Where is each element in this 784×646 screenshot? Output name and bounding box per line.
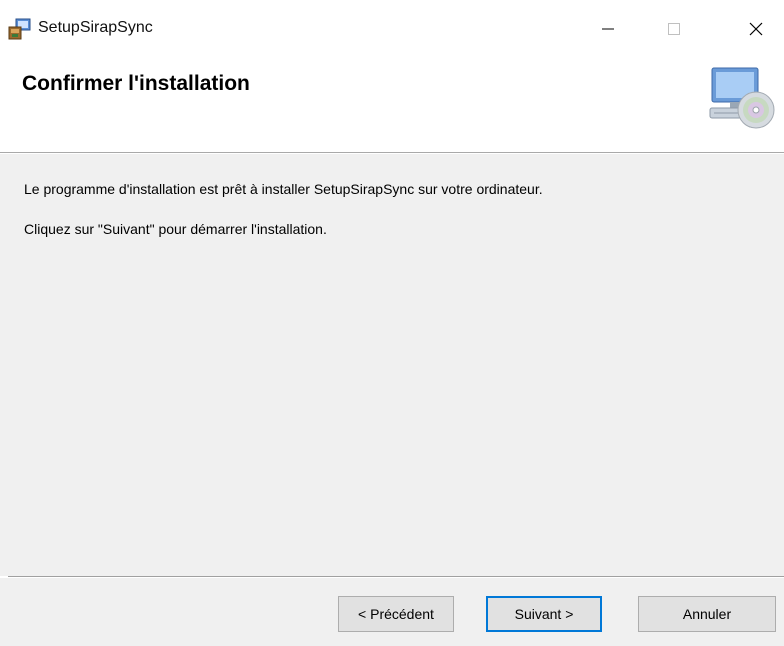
- instruction-message: Cliquez sur "Suivant" pour démarrer l'in…: [24, 221, 327, 237]
- title-bar[interactable]: SetupSirapSync: [0, 0, 784, 58]
- cancel-button[interactable]: Annuler: [638, 596, 776, 632]
- page-title: Confirmer l'installation: [22, 72, 250, 95]
- minimize-icon: [602, 23, 614, 35]
- previous-button[interactable]: < Précédent: [338, 596, 454, 632]
- installer-app-icon: [8, 17, 32, 41]
- button-bar: < Précédent Suivant > Annuler: [0, 578, 784, 646]
- next-button[interactable]: Suivant >: [486, 596, 602, 632]
- ready-message: Le programme d'installation est prêt à i…: [24, 181, 543, 197]
- computer-cd-icon: [706, 62, 778, 134]
- maximize-button[interactable]: [644, 0, 704, 58]
- close-icon: [749, 22, 763, 36]
- dialog-header: Confirmer l'installation: [0, 58, 784, 152]
- dialog-body: Le programme d'installation est prêt à i…: [0, 154, 784, 576]
- close-button[interactable]: [726, 0, 784, 58]
- maximize-icon: [668, 23, 680, 35]
- window-title: SetupSirapSync: [38, 19, 153, 36]
- minimize-button[interactable]: [578, 0, 638, 58]
